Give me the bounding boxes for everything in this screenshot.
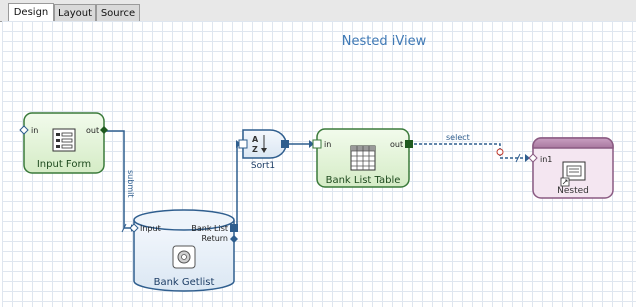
diagram: Nested iView submit select in out Input … [19,34,614,292]
nested-port-in-label: in1 [540,155,552,164]
bank-getlist-port-bank-list[interactable] [230,224,238,232]
sort1-port-in[interactable] [238,139,248,149]
bank-list-table-port-in[interactable] [312,139,322,149]
connection-submit-label: submit [126,170,135,197]
form-icon [52,128,76,152]
node-bank-getlist[interactable]: Input Bank List Return Bank Getlist [129,209,238,292]
table-grid-icon [350,145,376,171]
bank-getlist-port-input-label: Input [140,224,161,233]
svg-text:A: A [252,135,259,144]
connection-bank-list-sort[interactable] [234,143,243,229]
node-nested[interactable]: in1 Nested [528,137,614,199]
connection-select-label: select [446,133,470,142]
node-input-form[interactable]: in out Input Form [19,112,108,174]
bank-list-table-port-in-label: in [324,140,331,149]
bank-getlist-title: Bank Getlist [154,277,215,288]
svg-text:Z: Z [252,145,258,154]
bapi-icon [172,245,196,269]
nested-title: Nested [557,186,589,196]
bank-list-table-port-out-label: out [390,140,403,149]
node-bank-list-table[interactable]: in out Bank List Table [312,128,413,188]
bank-getlist-port-bank-list-label: Bank List [191,224,228,233]
input-form-port-out-label: out [86,126,99,135]
bank-getlist-port-return-label: Return [201,234,228,243]
node-sort1[interactable]: A Z Sort1 [238,129,289,171]
bank-list-table-title: Bank List Table [326,175,401,186]
connection-select[interactable] [409,143,531,159]
canvas-title: Nested iView [342,34,427,49]
sort1-title: Sort1 [251,161,275,171]
editor-window: Design Layout Source Nested iView submit [0,0,636,307]
input-form-title: Input Form [37,159,91,170]
connection-select-point[interactable] [496,148,504,156]
input-form-port-in-label: in [31,126,38,135]
sort1-port-out[interactable] [281,140,289,148]
bank-list-table-port-out[interactable] [405,140,413,148]
